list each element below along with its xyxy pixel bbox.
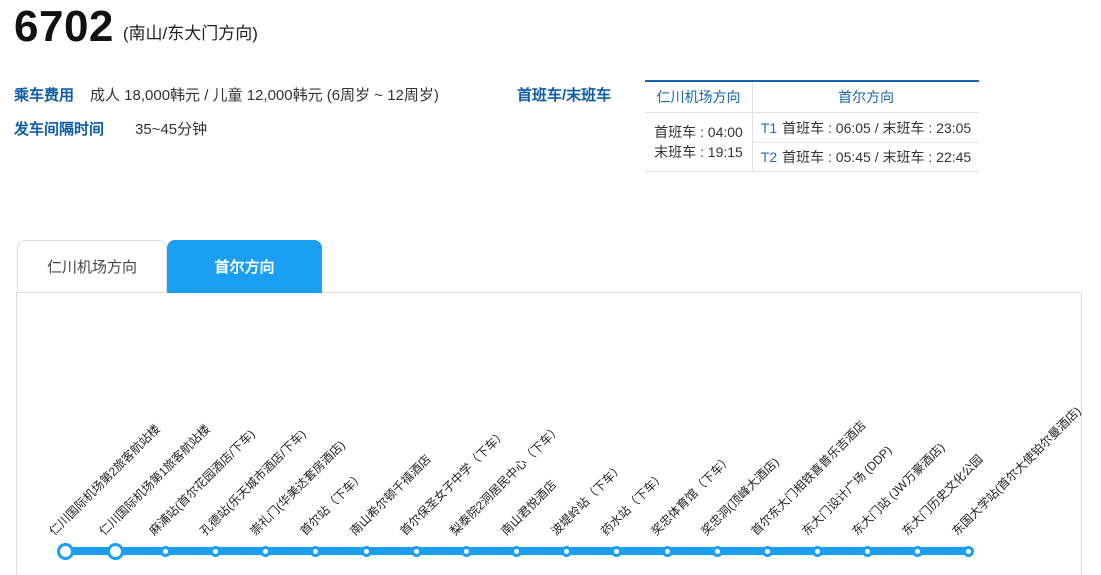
first-last-bus-table: 仁川机场方向 首尔方向 首班车 : 04:00 末班车 : 19:15 T1 首… <box>645 80 979 172</box>
stop-dot <box>812 545 824 557</box>
stop-label: 南山希尔顿千禧酒店 <box>347 452 434 539</box>
stop-dot <box>159 545 171 557</box>
column-header-seoul: 首尔方向 <box>838 89 894 105</box>
seoul-t2-times: T2 首班车 : 05:45 / 末班车 : 22:45 <box>753 142 979 171</box>
interval-label: 发车间隔时间 <box>14 121 105 138</box>
terminal-t2-label: T2 <box>760 149 778 165</box>
incheon-first-bus: 首班车 : 04:00 <box>654 124 743 140</box>
route-map-panel: 仁川国际机场第2旅客航站楼 仁川国际机场第1旅客航站楼 麻浦站(首尔花园酒店/下车)… <box>16 292 1084 575</box>
stop-dot <box>511 545 523 557</box>
route-number: 6702 <box>14 2 114 51</box>
page: 6702 (南山/东大门方向) 乘车费用 成人 18,000韩元 / 儿童 12… <box>0 0 1101 575</box>
stop-dot <box>611 545 623 557</box>
column-header-incheon: 仁川机场方向 <box>645 82 753 112</box>
terminal-t1-label: T1 <box>760 119 778 136</box>
stop-dot <box>360 545 372 557</box>
stop-dot <box>210 545 221 557</box>
stop-dot <box>862 545 874 557</box>
stop-dot <box>661 545 673 557</box>
stop-dot <box>310 545 322 557</box>
tab-seoul-direction[interactable]: 首尔方向 <box>167 240 322 293</box>
seoul-t1-text: 首班车 : 06:05 / 末班车 : 23:05 <box>782 119 972 136</box>
interval-value: 35~45分钟 <box>135 121 208 138</box>
table-header-row: 仁川机场方向 首尔方向 <box>645 82 979 113</box>
stop-label: 崇礼门(华美达套房酒店) <box>247 437 348 539</box>
stop-dot <box>711 545 723 557</box>
fare-label: 乘车费用 <box>14 87 75 104</box>
incheon-direction-times: 首班车 : 04:00 末班车 : 19:15 <box>645 113 753 171</box>
stop-dot <box>56 542 74 560</box>
stop-label: 奖忠体育馆（下车） <box>648 452 735 539</box>
tab-incheon-airport-direction[interactable]: 仁川机场方向 <box>17 240 167 292</box>
stop-dot <box>260 545 272 557</box>
page-title: 6702 (南山/东大门方向) <box>14 2 258 51</box>
stop-dot <box>761 545 773 557</box>
stop-dot <box>912 545 924 557</box>
stop-dot <box>106 542 124 560</box>
fare-value: 成人 18,000韩元 / 儿童 12,000韩元 (6周岁 ~ 12周岁) <box>90 87 439 104</box>
stop-label: 东大门设计广场 (DDP) <box>798 443 895 539</box>
seoul-t2-text: 首班车 : 05:45 / 末班车 : 22:45 <box>782 149 972 165</box>
seoul-t1-times: T1 首班车 : 06:05 / 末班车 : 23:05 <box>753 113 979 142</box>
stop-dot <box>962 545 974 557</box>
first-last-bus-label: 首班车/末班车 <box>517 87 612 104</box>
route-direction-subtitle: (南山/东大门方向) <box>122 24 258 44</box>
incheon-last-bus: 末班车 : 19:15 <box>654 144 743 160</box>
stop-dot <box>460 545 472 557</box>
stop-dot <box>561 545 573 557</box>
stop-label: 东大门站 (JW万豪酒店) <box>849 440 948 539</box>
stop-dot <box>410 545 422 557</box>
